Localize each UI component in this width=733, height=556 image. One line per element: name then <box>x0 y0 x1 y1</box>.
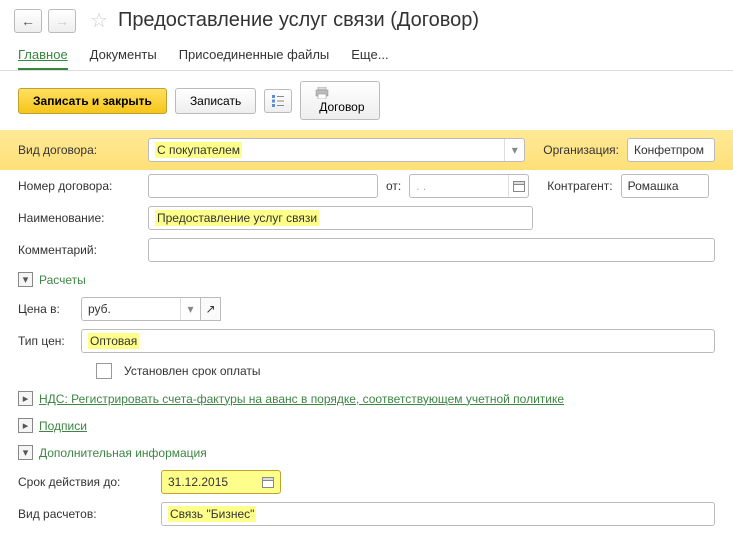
settlement-type-value: Связь "Бизнес" <box>168 506 256 522</box>
counterparty-field[interactable]: Ромашка <box>621 174 709 198</box>
comment-label: Комментарий: <box>18 243 140 257</box>
list-icon <box>271 94 285 108</box>
section-vat[interactable]: НДС: Регистрировать счета-фактуры на ава… <box>39 392 564 406</box>
section-additional[interactable]: Дополнительная информация <box>39 446 207 460</box>
contract-no-label: Номер договора: <box>18 179 140 193</box>
tab-bar: Главное Документы Присоединенные файлы Е… <box>0 39 733 71</box>
calendar-icon[interactable] <box>258 473 278 491</box>
currency-select[interactable]: руб. ▾ <box>81 297 201 321</box>
section-toggle-payments[interactable]: ▾ <box>18 272 33 287</box>
nav-back-button[interactable]: ← <box>14 9 42 33</box>
open-icon: ↗ <box>205 302 215 316</box>
calendar-icon[interactable] <box>508 175 528 197</box>
star-icon[interactable]: ☆ <box>90 8 108 33</box>
counterparty-label: Контрагент: <box>547 179 612 193</box>
due-set-checkbox[interactable] <box>96 363 112 379</box>
from-date-value: . . <box>416 179 426 193</box>
valid-until-label: Срок действия до: <box>18 475 153 489</box>
settlement-type-field[interactable]: Связь "Бизнес" <box>161 502 715 526</box>
print-contract-button[interactable]: Договор <box>300 81 379 120</box>
currency-value: руб. <box>88 302 111 316</box>
section-toggle-vat[interactable]: ▸ <box>18 391 33 406</box>
from-date-field[interactable]: . . <box>409 174 529 198</box>
org-field[interactable]: Конфетпром <box>627 138 715 162</box>
contract-no-field[interactable] <box>148 174 378 198</box>
structure-button[interactable] <box>264 89 292 113</box>
comment-field[interactable] <box>148 238 715 262</box>
print-contract-label: Договор <box>319 100 364 114</box>
section-payments[interactable]: Расчеты <box>39 273 86 287</box>
price-type-field[interactable]: Оптовая <box>81 329 715 353</box>
from-label: от: <box>386 179 401 193</box>
contract-type-label: Вид договора: <box>18 143 140 157</box>
contract-type-select[interactable]: С покупателем ▾ <box>148 138 525 162</box>
org-label: Организация: <box>543 143 619 157</box>
save-and-close-button[interactable]: Записать и закрыть <box>18 88 167 114</box>
due-set-label: Установлен срок оплаты <box>124 364 261 378</box>
name-value: Предоставление услуг связи <box>155 210 319 226</box>
name-field[interactable]: Предоставление услуг связи <box>148 206 533 230</box>
valid-until-value: 31.12.2015 <box>168 475 228 489</box>
tab-attachments[interactable]: Присоединенные файлы <box>179 43 330 70</box>
section-signatures[interactable]: Подписи <box>39 419 87 433</box>
arrow-left-icon: ← <box>21 13 35 29</box>
section-toggle-additional[interactable]: ▾ <box>18 445 33 460</box>
counterparty-value: Ромашка <box>628 179 679 193</box>
nav-forward-button[interactable]: → <box>48 9 76 33</box>
price-in-label: Цена в: <box>18 302 73 316</box>
contract-type-value: С покупателем <box>155 142 242 158</box>
currency-open-button[interactable]: ↗ <box>201 297 221 321</box>
price-type-label: Тип цен: <box>18 334 73 348</box>
name-label: Наименование: <box>18 211 140 225</box>
settlement-type-label: Вид расчетов: <box>18 507 153 521</box>
chevron-down-icon[interactable]: ▾ <box>180 298 200 320</box>
tab-more[interactable]: Еще... <box>351 43 388 70</box>
tab-main[interactable]: Главное <box>18 43 68 70</box>
section-toggle-signatures[interactable]: ▸ <box>18 418 33 433</box>
save-button[interactable]: Записать <box>175 88 256 114</box>
org-value: Конфетпром <box>634 143 704 157</box>
page-title: Предоставление услуг связи (Договор) <box>118 9 479 32</box>
chevron-down-icon[interactable]: ▾ <box>504 139 524 161</box>
printer-icon <box>315 87 364 99</box>
price-type-value: Оптовая <box>88 333 139 349</box>
tab-documents[interactable]: Документы <box>90 43 157 70</box>
arrow-right-icon: → <box>55 13 69 29</box>
valid-until-field[interactable]: 31.12.2015 <box>161 470 281 494</box>
